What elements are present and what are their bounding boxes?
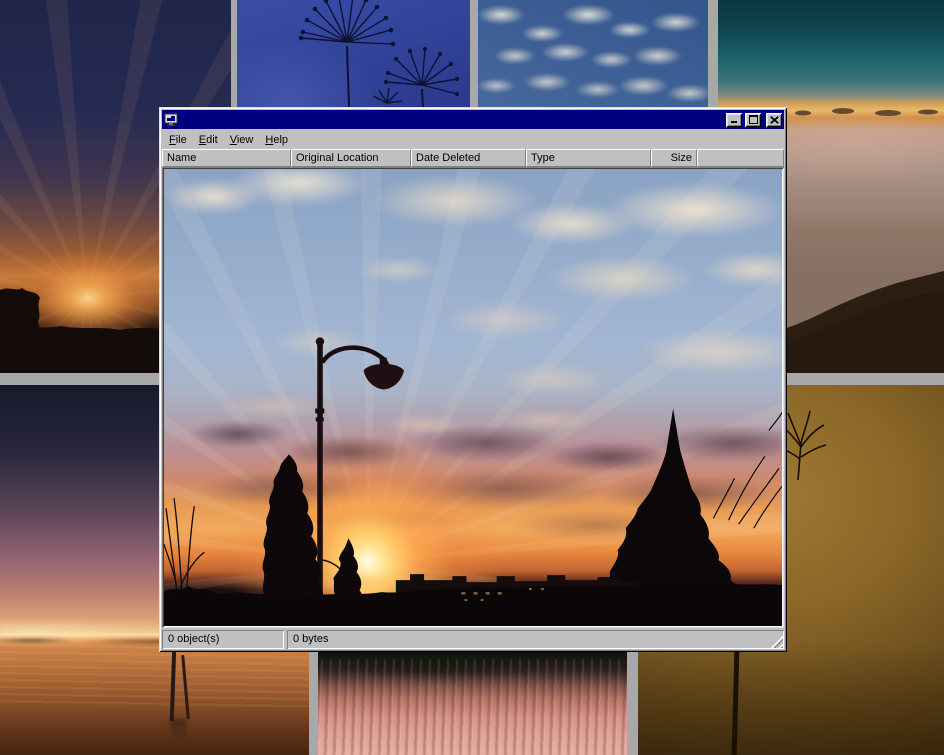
column-header-row: Name Original Location Date Deleted Type…	[162, 149, 784, 167]
column-header-filler	[697, 149, 784, 167]
pole-reflection-decor	[170, 719, 186, 741]
file-list-view[interactable]	[162, 167, 784, 628]
close-icon	[770, 116, 779, 124]
menu-bar: File Edit View Help	[162, 129, 784, 149]
minimize-icon	[730, 115, 739, 124]
column-header-name[interactable]: Name	[162, 149, 291, 167]
title-bar[interactable]	[162, 110, 784, 129]
menu-file[interactable]: File	[163, 131, 193, 148]
window-background-photo-sunset-lamp	[164, 169, 782, 626]
column-header-date-deleted[interactable]: Date Deleted	[411, 149, 526, 167]
status-total-size: 0 bytes	[287, 630, 784, 649]
menu-view[interactable]: View	[224, 131, 260, 148]
silhouette-scene	[164, 169, 782, 626]
maximize-icon	[749, 115, 758, 124]
recycle-bin-window: File Edit View Help Name Original Locati…	[159, 107, 787, 652]
computer-monitor-icon[interactable]	[164, 113, 178, 127]
branch-tips	[713, 412, 782, 528]
close-button[interactable]	[766, 113, 782, 127]
maximize-button[interactable]	[745, 113, 761, 127]
minimize-button[interactable]	[726, 113, 742, 127]
column-header-original-location[interactable]: Original Location	[291, 149, 411, 167]
menu-edit[interactable]: Edit	[193, 131, 224, 148]
status-bar: 0 object(s) 0 bytes	[162, 630, 784, 649]
status-object-count: 0 object(s)	[162, 630, 284, 649]
wispy-sapling	[164, 498, 204, 600]
ripple-texture-decor	[318, 659, 627, 755]
column-header-size[interactable]: Size	[651, 149, 697, 167]
menu-help[interactable]: Help	[259, 131, 294, 148]
column-header-type[interactable]: Type	[526, 149, 651, 167]
